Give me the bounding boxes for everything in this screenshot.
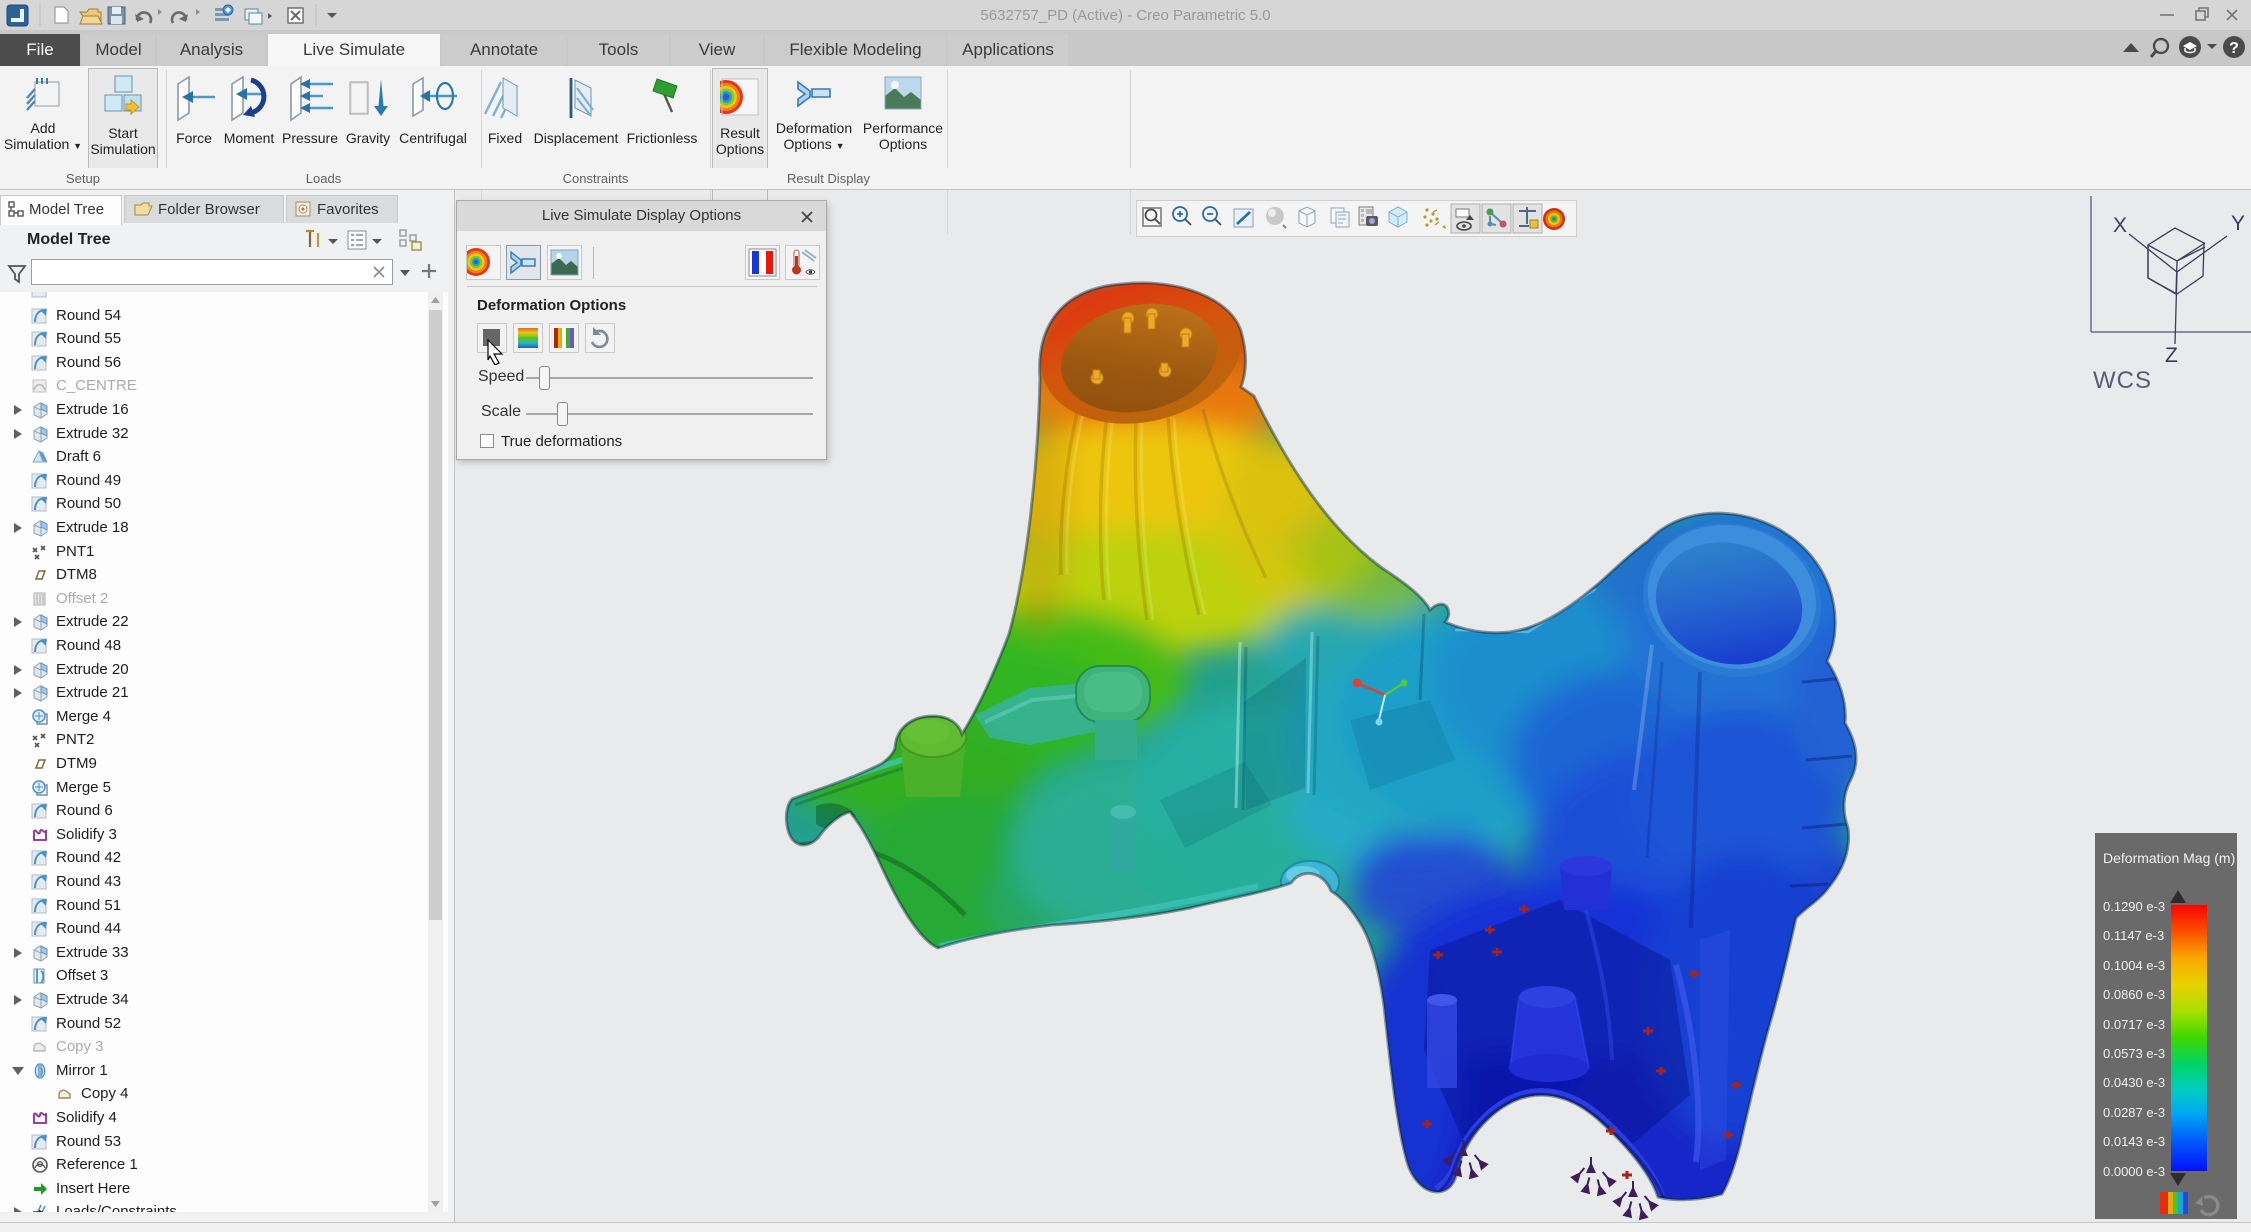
svg-text:?: ? (2229, 40, 2239, 57)
svg-text:Z: Z (2165, 344, 2178, 367)
svg-text:WCS: WCS (2093, 367, 2152, 390)
svg-text:X: X (2113, 214, 2127, 237)
svg-text:Y: Y (2231, 212, 2245, 235)
